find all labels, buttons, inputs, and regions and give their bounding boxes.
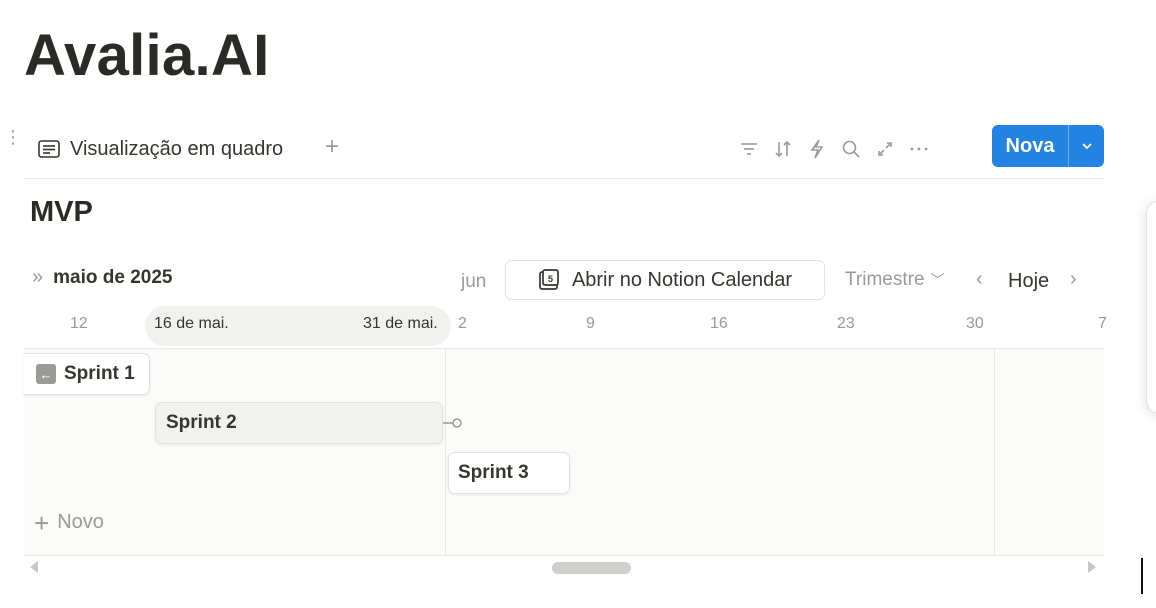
chevron-down-icon: ﹀ <box>930 272 945 288</box>
calendar-icon: 5 <box>539 269 559 290</box>
date-tick: 9 <box>586 315 595 332</box>
page-title: Avalia.AI <box>24 23 270 88</box>
new-button[interactable]: Nova <box>992 125 1068 167</box>
sprint-item[interactable]: ← Sprint 1 <box>24 353 150 395</box>
date-tick: 12 <box>70 315 88 332</box>
date-tick: 2 <box>458 315 467 332</box>
timeline-grid: ← Sprint 1 Sprint 2 Sprint 3 + Novo <box>24 349 1104 556</box>
sprint-item[interactable]: Sprint 2 <box>155 402 443 444</box>
more-icon[interactable] <box>902 134 936 164</box>
scroll-right-arrow[interactable] <box>1088 561 1096 573</box>
timeline-dates: 12 16 de mai. 31 de mai. 2 9 16 23 30 7 <box>24 306 1107 349</box>
period-select[interactable]: Trimestre ﹀ <box>845 269 945 291</box>
sprint-name: Sprint 2 <box>166 412 237 433</box>
new-button-group: Nova <box>992 125 1104 167</box>
text-cursor <box>1141 558 1143 594</box>
new-item-button[interactable]: + Novo <box>34 507 104 538</box>
next-month-label: jun <box>461 271 487 292</box>
new-dropdown-button[interactable] <box>1069 125 1104 167</box>
sprint-name: Sprint 3 <box>458 462 529 483</box>
search-icon[interactable] <box>834 134 868 164</box>
month-divider <box>445 349 446 555</box>
month-divider <box>994 349 995 555</box>
horizontal-scrollbar-thumb[interactable] <box>552 562 631 574</box>
side-panel[interactable] <box>1146 200 1156 414</box>
collapse-sidebar-icon[interactable]: » <box>32 266 43 289</box>
tab-board-view-label: Visualização em quadro <box>70 137 284 160</box>
svg-text:5: 5 <box>548 274 553 284</box>
range-start-date: 16 de mai. <box>154 315 229 332</box>
date-tick: 7 <box>1098 315 1107 332</box>
previous-period-button[interactable]: ‹ <box>976 268 983 291</box>
filter-icon[interactable] <box>732 134 766 164</box>
add-view-button[interactable]: + <box>320 133 344 161</box>
sort-icon[interactable] <box>766 134 800 164</box>
board-icon <box>38 140 60 158</box>
chevron-down-icon <box>1081 143 1092 150</box>
expand-icon[interactable] <box>868 134 902 164</box>
automation-icon[interactable] <box>800 134 834 164</box>
dependency-handle-icon[interactable] <box>443 415 465 431</box>
current-month-label: maio de 2025 <box>53 266 173 288</box>
period-label: Trimestre <box>845 269 925 290</box>
sprint-item[interactable]: Sprint 3 <box>448 452 570 494</box>
date-tick: 16 <box>710 315 728 332</box>
date-tick: 23 <box>837 315 855 332</box>
group-title: MVP <box>30 196 93 228</box>
plus-icon: + <box>34 507 50 538</box>
date-tick: 30 <box>966 315 984 332</box>
today-button[interactable]: Hoje <box>1008 270 1049 293</box>
arrow-left-icon[interactable]: ← <box>36 364 56 384</box>
open-notion-calendar-label: Abrir no Notion Calendar <box>571 268 793 291</box>
drag-handle[interactable]: ⋮ <box>4 128 22 160</box>
sprint-name: Sprint 1 <box>64 363 135 384</box>
range-end-date: 31 de mai. <box>363 315 438 332</box>
next-period-button[interactable]: › <box>1070 268 1077 291</box>
toolbar-actions <box>732 134 936 164</box>
timeline-month: » maio de 2025 <box>32 266 172 289</box>
open-notion-calendar-button[interactable]: 5 Abrir no Notion Calendar <box>505 260 825 300</box>
new-item-label: Novo <box>57 511 104 533</box>
scroll-left-arrow[interactable] <box>30 561 38 573</box>
database-toolbar: Visualização em quadro + Nova <box>24 124 1104 179</box>
tab-board-view[interactable]: Visualização em quadro <box>38 134 283 164</box>
